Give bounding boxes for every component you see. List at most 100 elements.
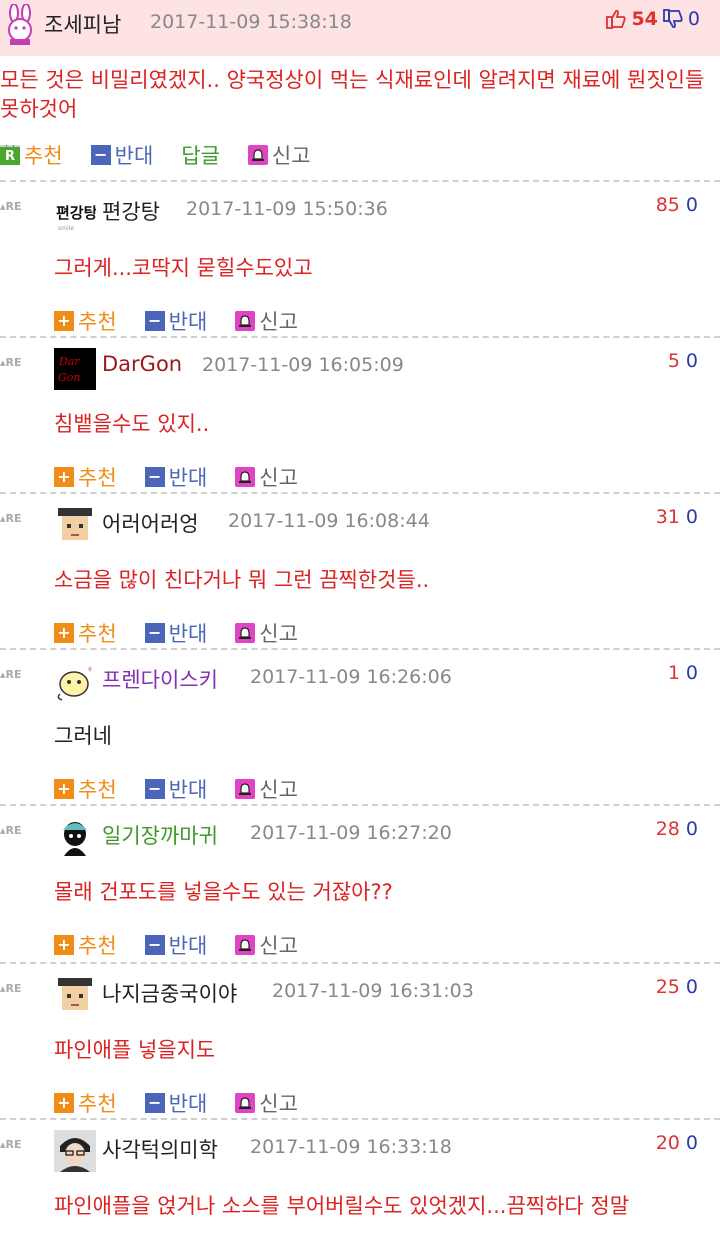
user-avatar[interactable] <box>54 974 96 1016</box>
report-button[interactable]: 신고 <box>235 462 298 492</box>
main-comment-votes: 54 0 <box>605 8 700 30</box>
reply-body: 그러게...코딱지 묻힐수도있고 <box>54 256 313 280</box>
recommend-button[interactable]: + 추천 <box>54 306 117 336</box>
reply-username[interactable]: 어러어러엉 <box>102 508 199 538</box>
report-label: 신고 <box>259 1092 298 1116</box>
reply-actions: + 추천 − 반대 신고 <box>54 618 326 648</box>
user-avatar[interactable] <box>54 660 96 702</box>
reply-votes: 50 <box>668 350 698 372</box>
reply-actions: + 추천 − 반대 신고 <box>54 930 326 960</box>
oppose-button[interactable]: − 반대 <box>144 1088 208 1118</box>
user-avatar[interactable] <box>54 816 96 858</box>
recommend-button[interactable]: + 추천 <box>54 462 117 492</box>
main-comment-header: 조세피남 2017-11-09 15:38:18 54 0 <box>0 0 720 56</box>
reply-votes: 31 0 <box>656 506 698 528</box>
user-avatar[interactable]: Dar Gon <box>54 348 96 390</box>
oppose-button[interactable]: − 반대 <box>144 462 208 492</box>
user-avatar[interactable]: 편강탕 smile <box>54 192 98 234</box>
reply-username[interactable]: DarGon <box>102 352 182 376</box>
oppose-label: 반대 <box>168 466 208 490</box>
reply-username[interactable]: 일기장까마귀 <box>102 820 218 850</box>
thumbs-up-icon[interactable] <box>605 8 627 30</box>
reply-votes: 10 <box>668 662 698 684</box>
re-label: RE <box>5 1138 22 1151</box>
bunny-avatar-icon[interactable] <box>2 4 38 46</box>
reply-arrow-icon: ▴RE <box>0 982 22 995</box>
plus-icon: + <box>54 311 74 331</box>
report-label: 신고 <box>259 778 298 802</box>
reply-username[interactable]: 프렌다이스키 <box>102 664 218 694</box>
svg-text:Dar: Dar <box>58 355 80 368</box>
reply-arrow-icon: ▴RE <box>0 1138 22 1151</box>
reply-votes: 25 0 <box>656 976 698 998</box>
oppose-button[interactable]: − 반대 <box>144 930 208 960</box>
plus-icon: + <box>54 779 74 799</box>
reply-body: 그러네 <box>54 724 112 748</box>
recommend-label: 추천 <box>78 778 117 802</box>
siren-icon <box>235 311 256 331</box>
report-button[interactable]: 신고 <box>235 774 298 804</box>
re-label: RE <box>5 982 22 995</box>
report-button[interactable]: 신고 <box>235 1088 298 1118</box>
oppose-button[interactable]: − 반대 <box>144 618 208 648</box>
reply-downvote-count: 0 <box>685 1132 698 1154</box>
reply-downvote-count: 0 <box>685 662 698 684</box>
report-button[interactable]: 신고 <box>247 140 311 170</box>
minus-icon: − <box>144 1093 165 1113</box>
reply-downvote-count: 0 <box>685 506 698 528</box>
reply-comment: ▴RE 사각턱의미학 2017-11-09 16:33:18 20 0 파인애플을 얹거나… <box>0 1118 720 1236</box>
oppose-label: 반대 <box>168 622 208 646</box>
main-downvote-count: 0 <box>687 8 700 30</box>
oppose-button[interactable]: − 반대 <box>144 774 207 804</box>
oppose-button[interactable]: − 반대 <box>144 306 207 336</box>
report-label: 신고 <box>259 622 298 646</box>
reply-body: 파인애플을 얹거나 소스를 부어버릴수도 있엇겠지...끔찍하다 정말 <box>54 1194 630 1218</box>
main-comment-body: 모든 것은 비밀리였겠지.. 양국정상이 먹는 식재료인데 알려지면 재료에 뭔… <box>0 68 705 121</box>
recommend-button[interactable]: + 추천 <box>54 774 117 804</box>
oppose-label: 반대 <box>168 934 208 958</box>
reply-comment: ▴RE 프렌다이스키 2017-11-09 16:26:06 1 0 그러네 + 추천 − 반대 신… <box>0 648 720 806</box>
re-label: RE <box>5 512 22 525</box>
main-comment-username[interactable]: 조세피남 <box>44 9 121 39</box>
reply-date: 2017-11-09 16:31:03 <box>272 980 474 1002</box>
reply-downvote-count: 0 <box>685 350 698 372</box>
reply-comment: ▴RE 일기장까마귀 2017-11-09 16:27:20 28 0 몰래 건포도를 넣… <box>0 804 720 962</box>
report-label: 신고 <box>259 310 298 334</box>
minus-icon: − <box>144 623 165 643</box>
reply-body: 파인애플 넣을지도 <box>54 1038 216 1062</box>
reply-body: 몰래 건포도를 넣을수도 있는 거잖아?? <box>54 880 393 904</box>
user-avatar[interactable] <box>54 1130 96 1172</box>
report-button[interactable]: 신고 <box>235 930 298 960</box>
reply-button[interactable]: R 답글 <box>0 140 220 170</box>
minus-icon: − <box>144 935 165 955</box>
report-button[interactable]: 신고 <box>235 618 298 648</box>
reply-upvote-count: 28 <box>655 818 680 840</box>
siren-icon <box>247 145 268 165</box>
reply-date: 2017-11-09 16:27:20 <box>250 822 452 844</box>
reply-actions: + 추천 − 반대 신고 <box>54 462 326 492</box>
recommend-button[interactable]: + 추천 <box>54 618 117 648</box>
recommend-label: 추천 <box>78 1092 117 1116</box>
reply-username[interactable]: 편강탕 <box>102 196 160 226</box>
oppose-button[interactable]: − 반대 <box>90 140 153 170</box>
reply-comment: ▴RE 나지금중국이야 2017-11-09 16:31:03 25 0 파인애플 넣을지… <box>0 962 720 1120</box>
svg-text:smile: smile <box>58 225 74 232</box>
siren-icon <box>235 467 256 487</box>
user-avatar[interactable] <box>54 504 96 546</box>
recommend-label: 추천 <box>78 934 117 958</box>
recommend-button[interactable]: + 추천 <box>54 1088 117 1118</box>
reply-arrow-icon: ▴RE <box>0 356 22 369</box>
recommend-button[interactable]: + 추천 <box>54 930 117 960</box>
reply-date: 2017-11-09 16:08:44 <box>228 510 430 532</box>
reply-username[interactable]: 사각턱의미학 <box>102 1134 218 1164</box>
siren-icon <box>235 779 256 799</box>
recommend-label: 추천 <box>78 622 117 646</box>
reply-arrow-icon: ▴RE <box>0 824 22 837</box>
thumbs-down-icon[interactable] <box>662 8 684 30</box>
reply-comment: ▴RE Dar Gon DarGon 2017-11-09 16:05:09 5 0 침뱉을수… <box>0 336 720 494</box>
oppose-label: 반대 <box>168 1092 208 1116</box>
minus-icon: − <box>144 311 165 331</box>
reply-upvote-count: 20 <box>655 1132 680 1154</box>
reply-username[interactable]: 나지금중국이야 <box>102 978 237 1008</box>
report-button[interactable]: 신고 <box>235 306 298 336</box>
